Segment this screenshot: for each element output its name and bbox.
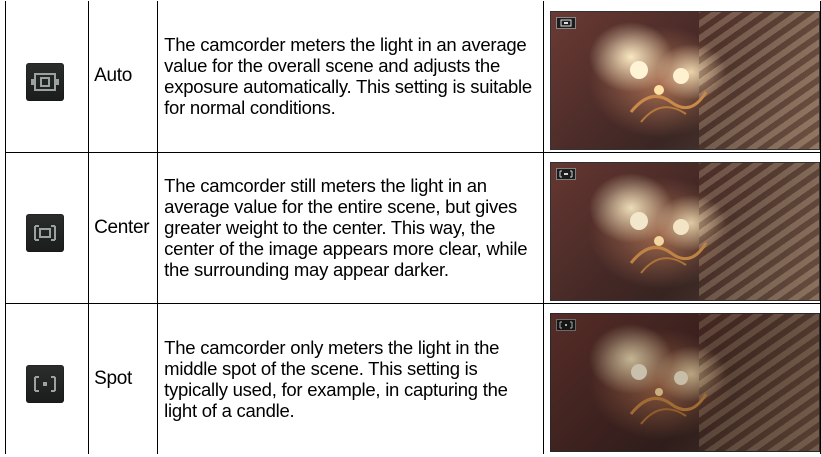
chandelier-icon [629,364,707,425]
description-cell: The camcorder only meters the light in t… [157,302,544,454]
icon-cell [4,1,90,153]
mode-description: The camcorder only meters the light in t… [164,336,508,421]
sample-photo-auto [549,10,820,150]
chandelier-icon [629,212,707,274]
mode-cell: Center [88,151,159,304]
mode-label: Auto [94,65,132,87]
mode-cell: Auto [88,1,159,153]
description-cell: The camcorder meters the light in an ave… [157,1,544,153]
photo-cell [542,302,821,454]
description-cell: The camcorder still meters the light in … [157,151,544,304]
icon-cell [4,302,90,454]
metering-spot-icon [26,365,64,404]
mode-label: Center [94,216,150,238]
metering-osd-icon [555,319,576,332]
sample-photo-spot [549,313,820,453]
metering-center-icon [26,214,64,252]
table-row: Spot The camcorder only meters the light… [4,302,821,454]
metering-osd-icon [555,168,576,180]
mode-label: Spot [94,367,132,389]
table-row: Auto The camcorder meters the light in a… [4,1,821,153]
photo-cell [542,1,821,153]
metering-auto-icon [26,62,64,101]
mode-cell: Spot [88,302,159,454]
mode-description: The camcorder still meters the light in … [164,175,528,280]
metering-osd-icon [555,16,576,29]
mode-description: The camcorder meters the light in an ave… [164,34,532,119]
table-row: Center The camcorder still meters the li… [4,151,821,304]
sample-photo-center [549,162,820,301]
chandelier-icon [629,60,707,123]
icon-cell [4,151,90,304]
photo-cell [542,151,821,304]
metering-modes-table: Auto The camcorder meters the light in a… [4,1,821,454]
